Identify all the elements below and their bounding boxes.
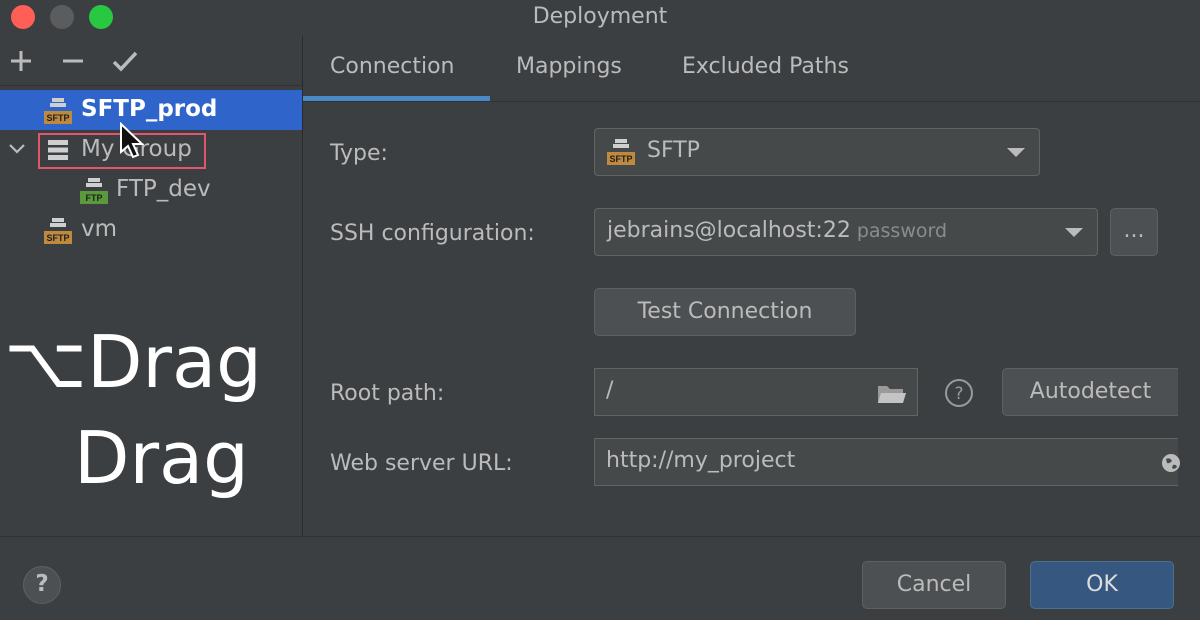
ok-button[interactable]: OK (1030, 561, 1174, 609)
svg-text:SFTP: SFTP (46, 113, 69, 123)
chevron-down-icon (1007, 148, 1025, 157)
tab-excluded-paths[interactable]: Excluded Paths (682, 54, 849, 79)
ssh-configuration-value: jebrains@localhost:22 password (607, 218, 948, 243)
help-button[interactable]: ? (23, 566, 61, 604)
drag-modifier-hint: ⌥Drag (4, 320, 262, 404)
test-connection-button[interactable]: Test Connection (594, 288, 856, 336)
type-dropdown[interactable]: SFTP SFTP (594, 128, 1040, 176)
help-icon[interactable]: ? (944, 378, 974, 408)
web-server-url-input[interactable]: http://my_project (594, 438, 1180, 486)
title-bar: Deployment (0, 0, 1200, 36)
chevron-down-icon[interactable] (8, 142, 26, 156)
autodetect-button[interactable]: Autodetect (1002, 368, 1178, 416)
plus-icon[interactable] (6, 46, 36, 76)
sftp-server-icon: SFTP (607, 139, 635, 165)
web-server-url-value: http://my_project (606, 448, 796, 473)
svg-text:SFTP: SFTP (46, 233, 69, 243)
sftp-server-icon: SFTP (44, 98, 72, 124)
tab-mappings[interactable]: Mappings (516, 54, 622, 79)
mouse-cursor-icon (120, 122, 144, 159)
ftp-server-icon: FTP (80, 178, 108, 204)
svg-text:FTP: FTP (86, 193, 103, 203)
tree-item-vm[interactable]: SFTP vm (0, 210, 302, 250)
root-path-input[interactable]: / (594, 368, 918, 416)
pane-divider[interactable] (302, 36, 303, 536)
server-list-pane: SFTP SFTP_prod My Group FTP FTP_dev SFTP… (0, 36, 302, 536)
tree-item-label: FTP_dev (116, 176, 211, 202)
tree-item-ftp-dev[interactable]: FTP FTP_dev (0, 170, 302, 210)
window-title: Deployment (532, 4, 668, 29)
settings-tabs: Connection Mappings Excluded Paths (303, 36, 1200, 102)
tree-item-sftp-prod[interactable]: SFTP SFTP_prod (0, 90, 302, 130)
sftp-server-icon: SFTP (44, 218, 72, 244)
server-list-toolbar (0, 36, 302, 86)
ssh-config-browse-button[interactable]: ... (1110, 208, 1158, 256)
root-path-label: Root path: (330, 381, 445, 406)
drag-hint: Drag (74, 416, 249, 500)
tab-connection[interactable]: Connection (330, 54, 454, 79)
auth-type-hint: password (856, 220, 948, 242)
globe-icon[interactable] (1160, 452, 1182, 474)
cancel-button[interactable]: Cancel (862, 561, 1006, 609)
type-value: SFTP (647, 138, 700, 163)
folder-icon[interactable] (877, 383, 907, 405)
svg-text:SFTP: SFTP (609, 154, 632, 164)
tree-item-label: SFTP_prod (81, 96, 218, 122)
tree-item-my-group[interactable]: My Group (0, 130, 302, 170)
svg-text:?: ? (954, 384, 963, 404)
chevron-down-icon (1065, 228, 1083, 237)
ssh-configuration-label: SSH configuration: (330, 221, 535, 246)
type-label: Type: (330, 141, 388, 166)
web-server-url-label: Web server URL: (330, 451, 513, 476)
ssh-configuration-dropdown[interactable]: jebrains@localhost:22 password (594, 208, 1098, 256)
minus-icon[interactable] (58, 46, 88, 76)
tree-item-label: vm (81, 216, 118, 242)
check-icon[interactable] (110, 46, 140, 76)
root-path-value: / (606, 378, 614, 403)
dialog-footer: ? Cancel OK (0, 536, 1200, 620)
active-tab-indicator (303, 96, 490, 101)
